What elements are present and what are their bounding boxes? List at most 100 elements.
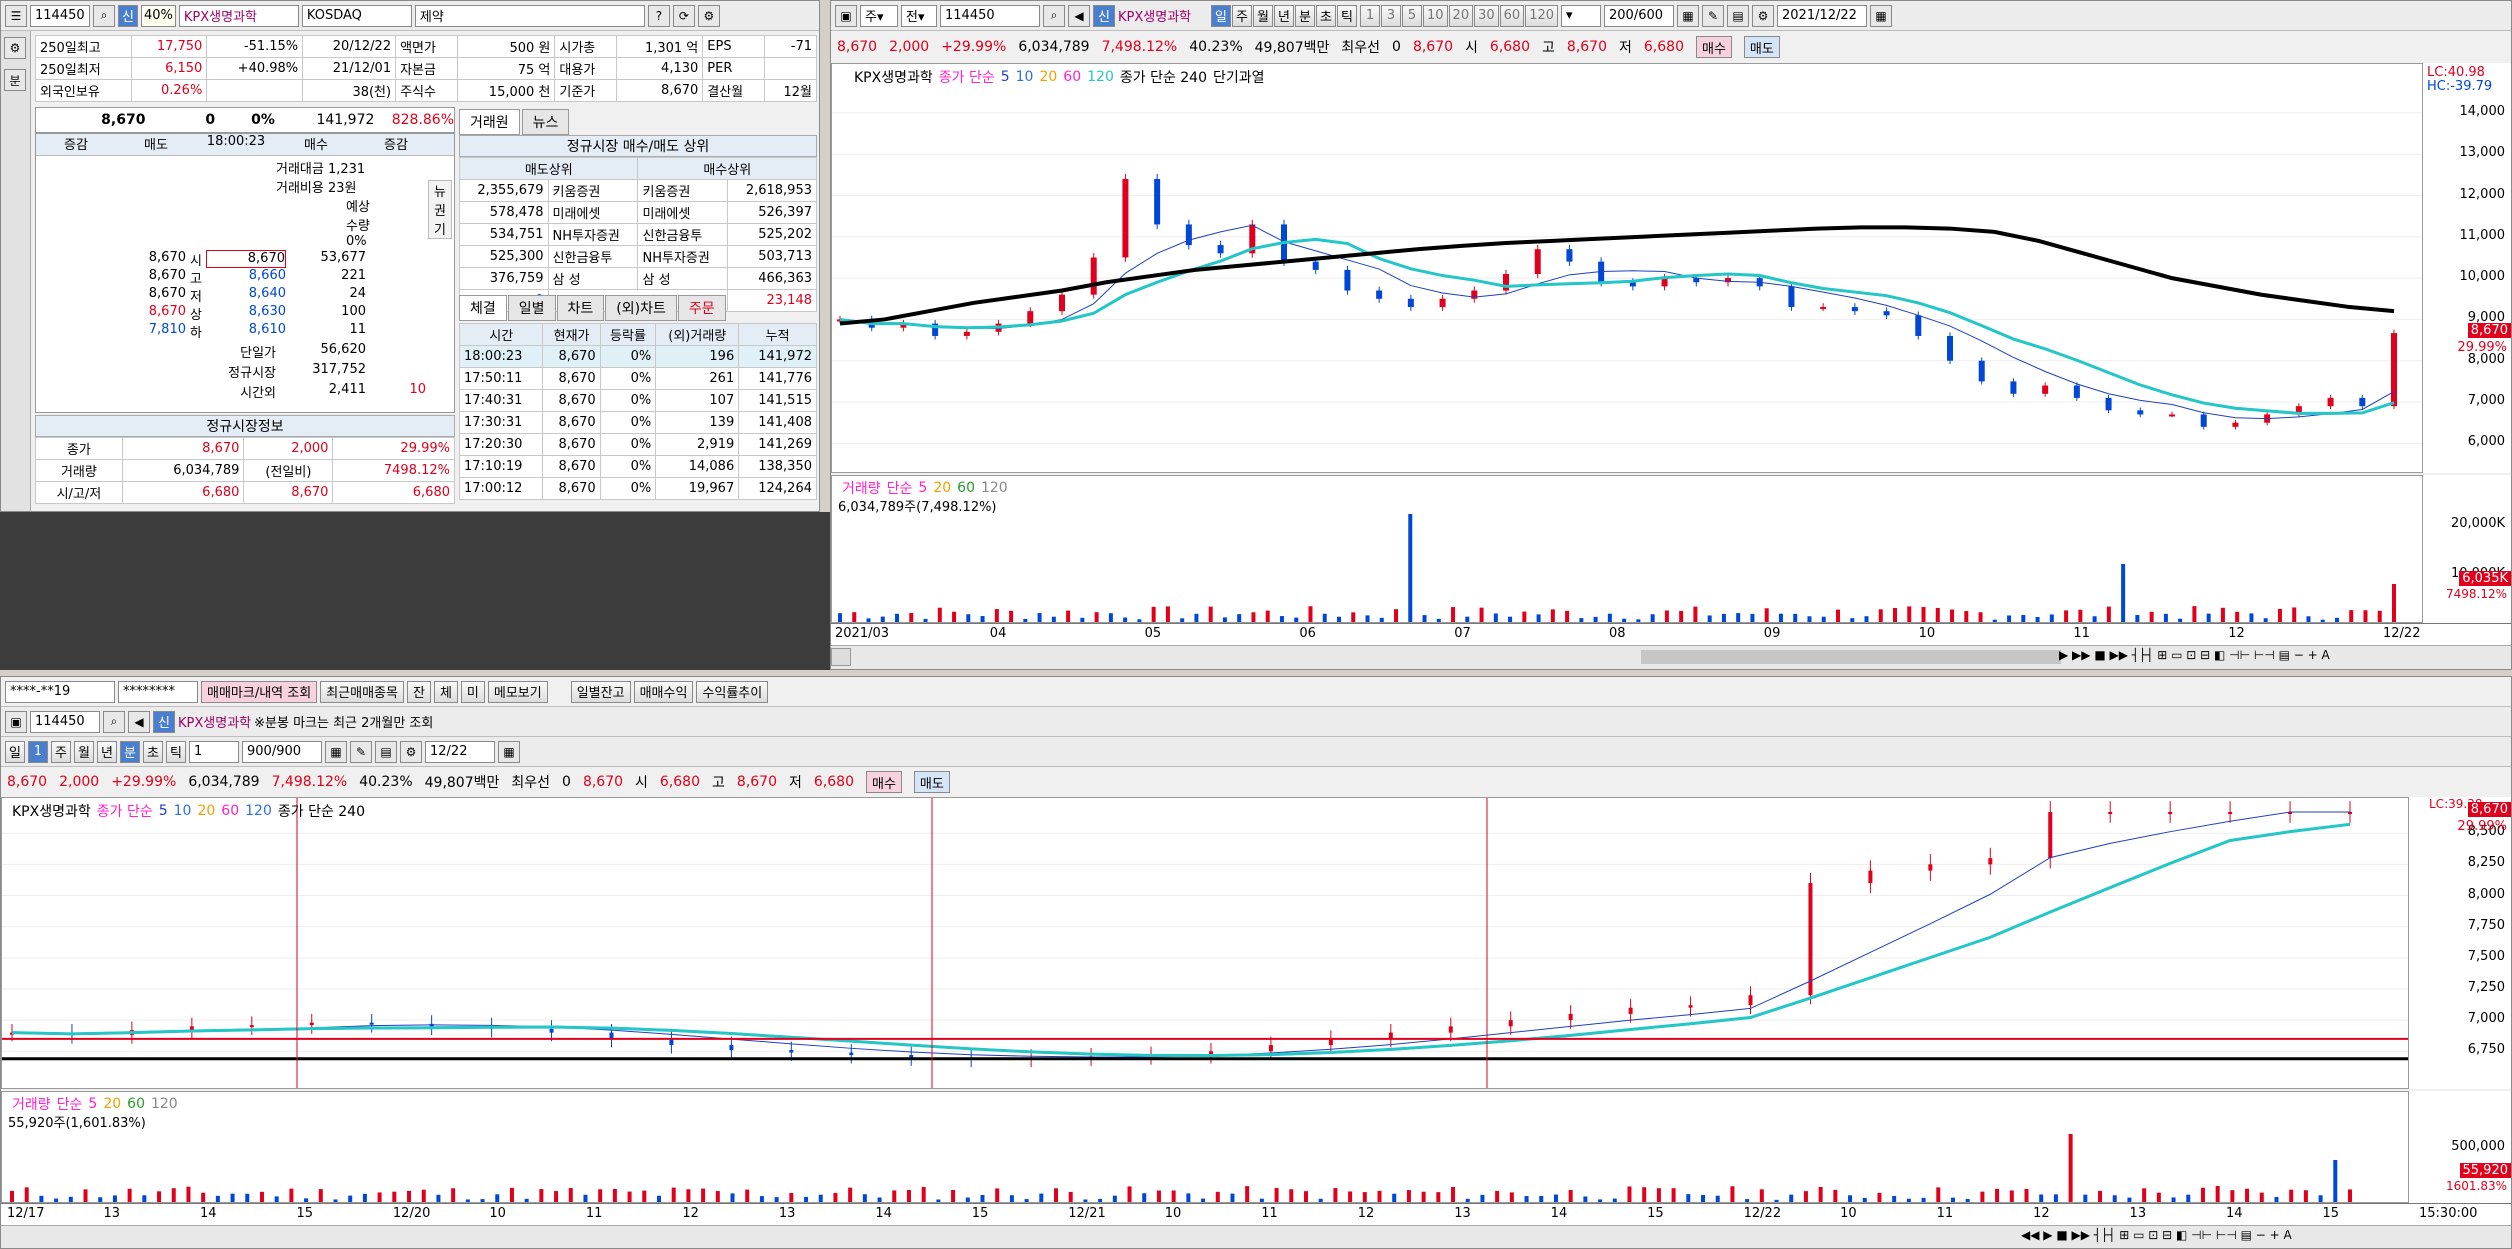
daily-scrollbar[interactable]: ▶ ▶▶ ■ ▶▶ ┤├┤ ⊞ ▭ ⊡ ⊟ ◧ ⊣⊢ ⊢⊣ ▤ − + A (831, 645, 2511, 669)
settings-icon[interactable]: ⚙ (4, 37, 26, 59)
minute-3[interactable]: 3 (1381, 4, 1401, 27)
m-tool-icon-3[interactable]: ⚙ (400, 740, 422, 763)
search-icon[interactable]: ⌕ (1043, 4, 1065, 27)
trade-tab[interactable]: 체결 (459, 295, 507, 321)
trade-btn-2[interactable]: 잔 (406, 680, 431, 703)
minute-30[interactable]: 30 (1474, 4, 1499, 27)
sell-button[interactable]: 매도 (913, 771, 950, 793)
menu-icon[interactable]: ☰ (5, 4, 27, 27)
account-select[interactable]: ****-**19 (5, 680, 115, 703)
chart-nav-controls[interactable]: ▶ ▶▶ ■ ▶▶ ┤├┤ ⊞ ▭ ⊡ ⊟ ◧ ⊣⊢ ⊢⊣ ▤ − + A (2059, 648, 2330, 662)
trade-btn-3[interactable]: 체 (433, 680, 458, 703)
gear-icon[interactable]: ⚙ (697, 4, 720, 27)
ob-bid-price[interactable]: 8,610 (206, 322, 286, 340)
buy-button[interactable]: 매수 (865, 771, 902, 793)
rights-button[interactable]: 권 (429, 200, 451, 219)
code-input[interactable]: 114450 (30, 4, 90, 27)
trade-tab[interactable]: 일별 (507, 295, 556, 321)
sell-button[interactable]: 매도 (1743, 36, 1780, 58)
password-input[interactable]: ******** (118, 680, 198, 703)
legend-ma10: 10 (1015, 69, 1034, 85)
minute-120[interactable]: 120 (1525, 4, 1559, 27)
period-0[interactable]: 일 (1211, 4, 1231, 27)
candle (963, 331, 970, 336)
m-period-7[interactable]: 틱 (166, 740, 186, 763)
minute-code-input[interactable]: 114450 (30, 710, 100, 733)
ob-bid-price[interactable]: 8,670 (206, 250, 286, 268)
period-2[interactable]: 월 (1253, 4, 1273, 27)
search-icon[interactable]: ⌕ (93, 4, 115, 27)
sound-icon[interactable]: ◀ (128, 710, 150, 733)
trade-btn-4[interactable]: 미 (460, 680, 485, 703)
ob-bid-price[interactable]: 8,660 (206, 268, 286, 286)
tab-broker[interactable]: 거래원 (459, 109, 520, 135)
chart-code-input[interactable]: 114450 (940, 4, 1040, 27)
minute-select[interactable]: ▾ (1561, 4, 1602, 27)
m-period-4[interactable]: 년 (97, 740, 117, 763)
trade-tab[interactable]: 주문 (677, 295, 726, 321)
m-chart-nav-controls[interactable]: ◀◀ ▶ ■ ▶▶ ┤├┤ ⊞ ▭ ⊡ ⊟ ◧ ⊣⊢ ⊢⊣ ▤ − + A (2021, 1228, 2292, 1242)
period-4[interactable]: 분 (1295, 4, 1315, 27)
unit-select[interactable]: 1 (189, 740, 239, 763)
scroll-thumb[interactable] (1641, 650, 2061, 664)
count-input[interactable]: 200/600 (1604, 4, 1675, 27)
date-input[interactable]: 2021/12/22 (1777, 4, 1868, 27)
tool-icon-1[interactable]: ▦ (1677, 4, 1700, 27)
window-icon[interactable]: ▣ (5, 710, 27, 733)
volume-bar (1186, 1193, 1191, 1202)
help-icon[interactable]: ? (647, 4, 670, 27)
volume-bar (1833, 1189, 1838, 1202)
calendar-icon[interactable]: ▦ (498, 740, 520, 763)
period-6[interactable]: 틱 (1337, 4, 1357, 27)
buy-button[interactable]: 매수 (1695, 36, 1732, 58)
gear-icon[interactable]: ⚙ (1752, 4, 1775, 27)
period-1[interactable]: 주 (1232, 4, 1252, 27)
minute-20[interactable]: 20 (1448, 4, 1474, 27)
minute-10[interactable]: 10 (1423, 4, 1448, 27)
m-tool-icon-1[interactable]: ✎ (350, 740, 372, 763)
m-period-6[interactable]: 초 (143, 740, 163, 763)
scroll-left-icon[interactable] (831, 648, 851, 666)
m-period-2[interactable]: 주 (51, 740, 71, 763)
period-3[interactable]: 년 (1274, 4, 1294, 27)
m-period-3[interactable]: 월 (74, 740, 94, 763)
trade-btn-6[interactable]: 일별잔고 (570, 680, 631, 703)
trade-tab[interactable]: 차트 (556, 295, 605, 321)
m-tool-icon-0[interactable]: ▦ (325, 740, 347, 763)
minute-5[interactable]: 5 (1402, 4, 1422, 27)
range-select[interactable]: 전▾ (901, 4, 937, 27)
tab-news[interactable]: 뉴스 (521, 109, 570, 135)
m-tool-icon-2[interactable]: ▤ (375, 740, 397, 763)
trade-tab[interactable]: (외)차트 (605, 295, 677, 321)
trade-btn-5[interactable]: 메모보기 (487, 680, 548, 703)
save-icon[interactable]: ▤ (1727, 4, 1750, 27)
sound-icon[interactable]: ◀ (1068, 4, 1090, 27)
m-count-input[interactable]: 900/900 (242, 740, 322, 763)
type-select[interactable]: 주▾ (860, 4, 898, 27)
minute-60[interactable]: 60 (1499, 4, 1525, 27)
m-date-input[interactable]: 12/22 (425, 740, 495, 763)
quote-best: 0 (562, 774, 571, 790)
ob-bid-price[interactable]: 8,640 (206, 286, 286, 304)
volume-bar (1921, 607, 1926, 622)
news-button[interactable]: 뉴 (429, 181, 451, 200)
minute-scrollbar[interactable]: ◀◀ ▶ ■ ▶▶ ┤├┤ ⊞ ▭ ⊡ ⊟ ◧ ⊣⊢ ⊢⊣ ▤ − + A (1, 1225, 2511, 1248)
trade-btn-0[interactable]: 매매마크/내역 조회 (201, 680, 318, 703)
etc-button[interactable]: 기 (429, 219, 451, 238)
calendar-icon[interactable]: ▦ (1870, 4, 1893, 27)
period-5[interactable]: 초 (1316, 4, 1336, 27)
search-icon[interactable]: ⌕ (103, 710, 125, 733)
minute-1[interactable]: 1 (1360, 4, 1380, 27)
m-period-5[interactable]: 분 (120, 740, 140, 763)
trade-btn-8[interactable]: 수익률추이 (696, 680, 769, 703)
trade-btn-7[interactable]: 매매수익 (633, 680, 694, 703)
refresh-icon[interactable]: ⟳ (672, 4, 695, 27)
m-period-1[interactable]: 1 (28, 740, 48, 763)
window-icon[interactable]: ▣ (835, 4, 857, 27)
tool-icon-2[interactable]: ✎ (1702, 4, 1725, 27)
sort-icon[interactable]: 분 (4, 69, 26, 91)
info-row: 250일최고 17,750 -51.15% 20/12/22 액면가 500 원 시가총 1,… (34, 35, 817, 58)
trade-btn-1[interactable]: 최근매매종목 (320, 680, 404, 703)
ob-bid-price[interactable]: 8,630 (206, 304, 286, 322)
m-period-0[interactable]: 일 (5, 740, 25, 763)
